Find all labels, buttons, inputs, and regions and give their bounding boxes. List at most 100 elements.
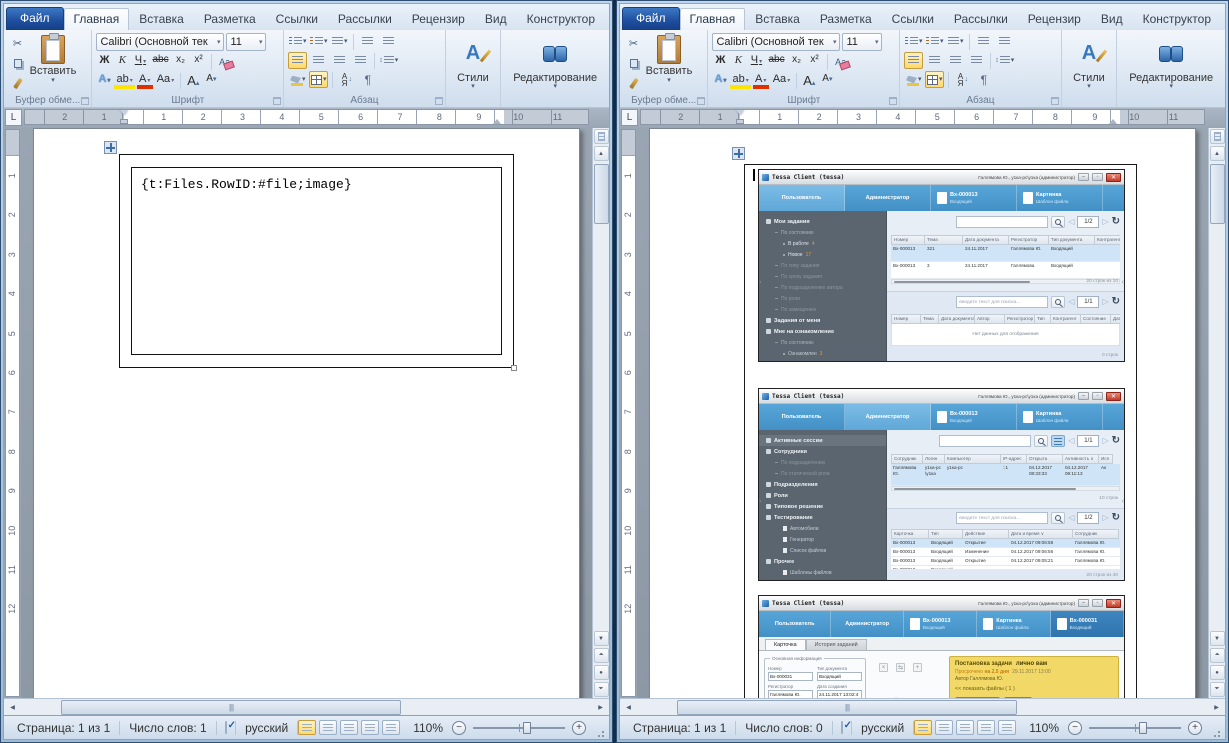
- maximize-icon[interactable]: ▫: [1092, 599, 1103, 607]
- scroll-down-icon[interactable]: ▼: [594, 631, 609, 646]
- next-page-icon[interactable]: ⏷: [1210, 682, 1225, 697]
- dialog-launcher-icon[interactable]: [81, 97, 89, 105]
- first-line-indent-marker[interactable]: [736, 110, 744, 115]
- next-page-icon[interactable]: ▷: [1102, 437, 1108, 445]
- prev-page-icon[interactable]: ◁: [1068, 437, 1074, 445]
- ribbon-tab[interactable]: Главная: [64, 8, 130, 30]
- tessa-tab[interactable]: Администратор: [845, 404, 931, 430]
- shading-button[interactable]: ▾: [288, 71, 307, 88]
- column-header[interactable]: Тип документа: [1049, 235, 1095, 245]
- tessa-sidebar-item[interactable]: По типу задания: [759, 260, 886, 271]
- tessa-sidebar-item[interactable]: Мои документы: [759, 359, 886, 361]
- tessa-sidebar-item[interactable]: Сотрудники: [759, 446, 886, 457]
- ruler-toggle-button[interactable]: [594, 129, 609, 144]
- swap-icon[interactable]: ⇆: [896, 663, 905, 672]
- search-input[interactable]: [956, 216, 1048, 228]
- shading-button[interactable]: ▾: [904, 71, 923, 88]
- form-input[interactable]: Вх-000031: [768, 672, 813, 681]
- italic-button[interactable]: К: [114, 53, 130, 70]
- ribbon-tab[interactable]: Ссылки: [266, 8, 328, 30]
- ribbon-tab[interactable]: Рецензир: [402, 8, 475, 30]
- form-input[interactable]: Входящий: [817, 672, 862, 681]
- minimize-icon[interactable]: –: [1078, 392, 1089, 400]
- numbering-button[interactable]: ▾: [925, 33, 944, 50]
- tessa-tab[interactable]: КартинкаШаблон файла: [1017, 404, 1103, 430]
- editing-group[interactable]: Редактирование ▾: [501, 30, 609, 107]
- print-layout-view-button[interactable]: [914, 720, 932, 735]
- column-header[interactable]: Сотрудник: [891, 454, 923, 464]
- tessa-tab[interactable]: Пользователь: [759, 185, 845, 211]
- tessa-tab[interactable]: Пользователь: [759, 404, 845, 430]
- dialog-launcher-icon[interactable]: [435, 97, 443, 105]
- table-move-handle-icon[interactable]: [732, 147, 745, 160]
- column-header[interactable]: Логин: [923, 454, 945, 464]
- ruler-toggle-button[interactable]: [1210, 129, 1225, 144]
- table-row[interactable]: Вх-00001332124.11.2017Галлямова Ю.Входящ…: [891, 245, 1120, 262]
- cut-icon[interactable]: ✂: [8, 35, 27, 52]
- resize-grip[interactable]: [1209, 722, 1221, 734]
- search-icon[interactable]: [1051, 216, 1065, 228]
- ribbon-tab[interactable]: Вид: [475, 8, 517, 30]
- tessa-sidebar-item[interactable]: Тестирование: [759, 512, 886, 523]
- horizontal-scrollbar[interactable]: ◀ ▶: [4, 698, 609, 715]
- zoom-slider[interactable]: [1089, 727, 1181, 729]
- align-left-button[interactable]: [904, 52, 923, 69]
- borders-button[interactable]: ▾: [309, 71, 328, 88]
- ribbon-tab[interactable]: Макет: [1221, 8, 1226, 30]
- column-header[interactable]: Контрагент: [1051, 314, 1081, 324]
- move-icon[interactable]: +: [913, 663, 922, 672]
- show-files-link[interactable]: << показать файлы ( 1 ): [955, 686, 1113, 692]
- ribbon-tab[interactable]: Макет: [605, 8, 610, 30]
- search-icon[interactable]: [1051, 512, 1065, 524]
- vertical-scrollbar[interactable]: ▲ ▼ ⏶ ● ⏷: [592, 128, 609, 698]
- horizontal-ruler[interactable]: 21 1234567891011: [24, 109, 589, 125]
- align-left-button[interactable]: [288, 52, 307, 69]
- first-line-indent-marker[interactable]: [120, 110, 128, 115]
- dialog-launcher-icon[interactable]: [1051, 97, 1059, 105]
- tessa-sidebar-item[interactable]: Список файлов: [759, 545, 886, 556]
- column-header[interactable]: Карточка: [891, 529, 929, 539]
- actions-table[interactable]: КарточкаТипДействиеДата и время ∨Сотрудн…: [891, 529, 1120, 570]
- close-icon[interactable]: ✕: [1106, 173, 1121, 182]
- table-row[interactable]: Вх-000013Входящий: [891, 566, 1120, 570]
- scroll-thumb[interactable]: [61, 700, 401, 715]
- page-count-label[interactable]: Страница: 1 из 1: [624, 721, 736, 735]
- align-right-button[interactable]: [330, 52, 349, 69]
- ribbon-tab[interactable]: Конструктор: [517, 8, 605, 30]
- tessa-tab[interactable]: Администратор: [831, 611, 903, 637]
- tessa-sidebar-item[interactable]: Генератор: [759, 534, 886, 545]
- language-label[interactable]: русский: [235, 721, 298, 735]
- prev-page-icon[interactable]: ◁: [1068, 298, 1074, 306]
- select-browse-object-icon[interactable]: ●: [594, 665, 609, 680]
- prev-page-icon[interactable]: ◁: [1068, 514, 1074, 522]
- search-icon[interactable]: [1051, 296, 1065, 308]
- zoom-level-label[interactable]: 110%: [413, 721, 443, 735]
- bullets-button[interactable]: ▾: [904, 33, 923, 50]
- fullscreen-reading-view-button[interactable]: [935, 720, 953, 735]
- tessa-sidebar-item[interactable]: Новое17: [759, 249, 886, 260]
- italic-button[interactable]: К: [730, 53, 746, 70]
- paste-button[interactable]: Вставить ▾: [27, 33, 79, 83]
- line-spacing-button[interactable]: ↕▾: [379, 52, 398, 69]
- pager[interactable]: 1/2: [1077, 216, 1099, 228]
- show-paragraph-marks-button[interactable]: ¶: [974, 71, 993, 88]
- ribbon-tab[interactable]: Рассылки: [328, 8, 402, 30]
- column-header[interactable]: Регистратор: [1005, 314, 1035, 324]
- web-layout-view-button[interactable]: [340, 720, 358, 735]
- document-canvas[interactable]: {t:Files.RowID:#file;image} Tessa Client…: [21, 128, 592, 698]
- dialog-launcher-icon[interactable]: [273, 97, 281, 105]
- refresh-icon[interactable]: ↻: [1112, 436, 1120, 446]
- cut-icon[interactable]: ✂: [624, 35, 643, 52]
- table-row[interactable]: Вх-000013ВходящийИзменение04.12.2017 09:…: [891, 548, 1120, 557]
- zoom-slider-thumb[interactable]: [1139, 722, 1147, 734]
- tessa-tab[interactable]: Вх-000013Входящий: [904, 611, 977, 637]
- panel-collapse-icon[interactable]: ›: [759, 279, 761, 286]
- font-name-combo[interactable]: Calibri (Основной тек▾: [96, 33, 224, 51]
- tessa-sidebar-item[interactable]: По сроку задания: [759, 271, 886, 282]
- align-center-button[interactable]: [925, 52, 944, 69]
- strikethrough-button[interactable]: abc: [150, 53, 170, 70]
- scroll-thumb[interactable]: [677, 700, 1017, 715]
- superscript-button[interactable]: x²: [191, 53, 207, 70]
- tessa-tab[interactable]: Вх-000013Входящий: [931, 404, 1017, 430]
- panel-collapse-icon[interactable]: ‹: [1122, 279, 1124, 286]
